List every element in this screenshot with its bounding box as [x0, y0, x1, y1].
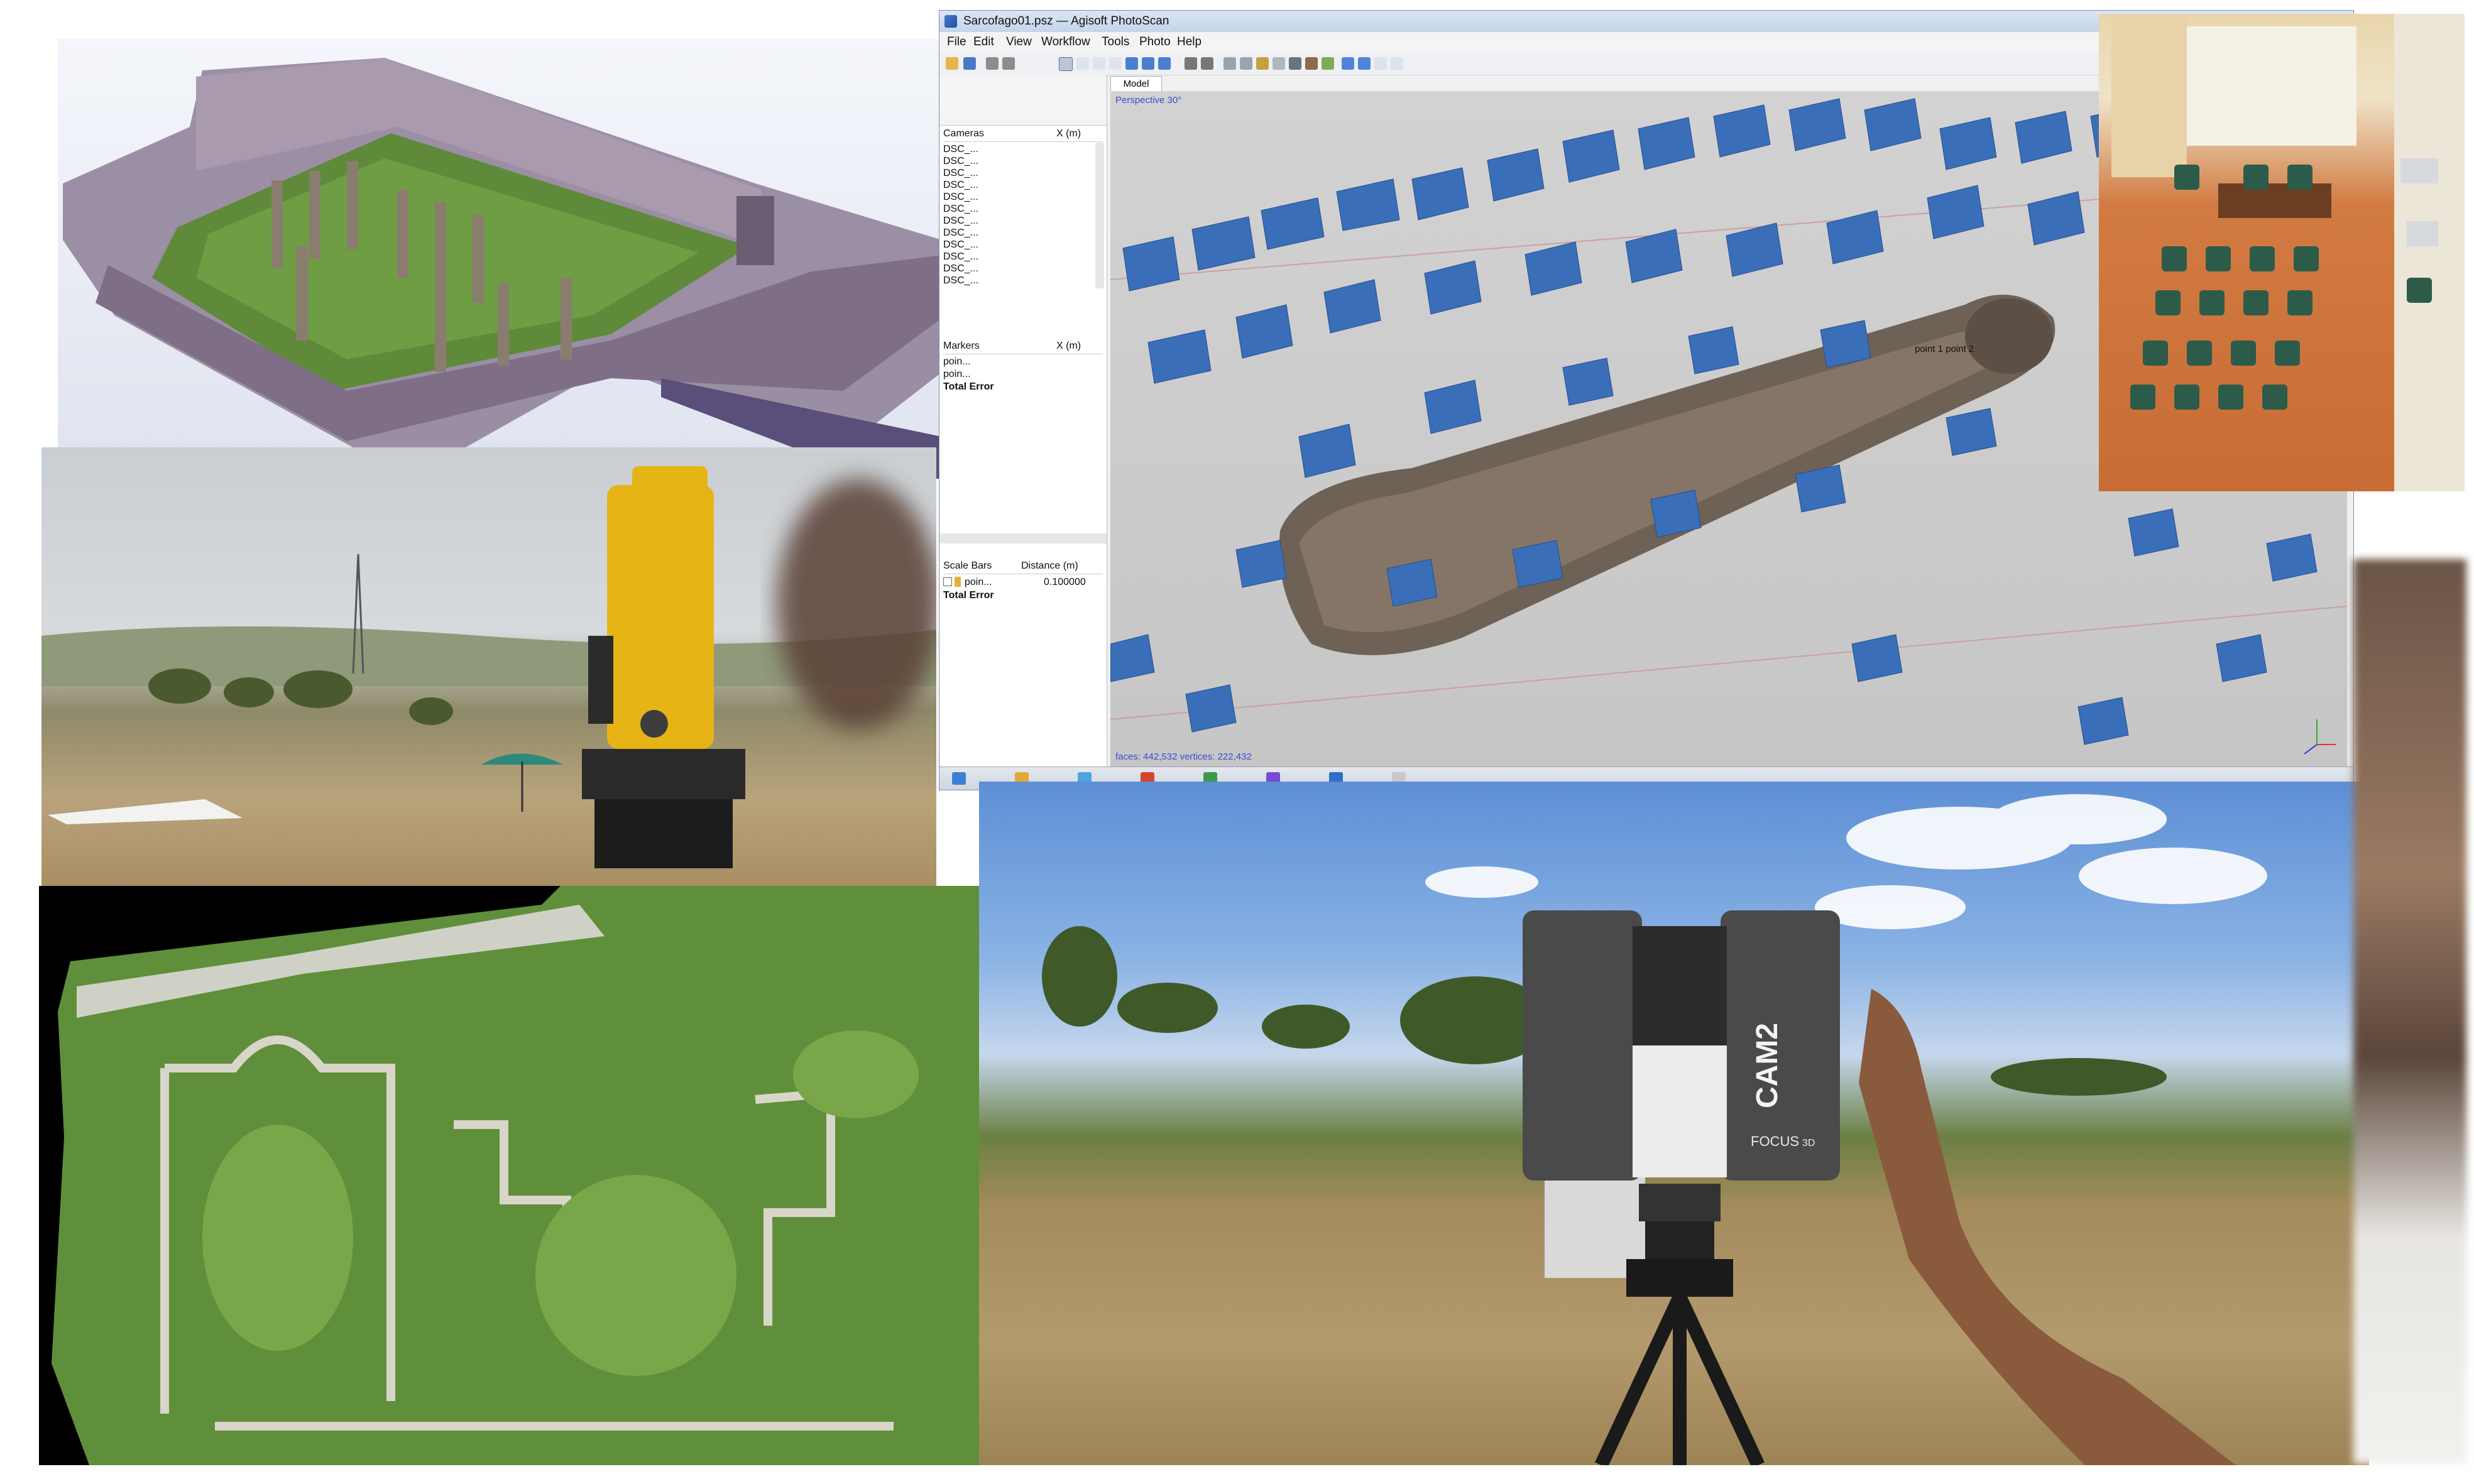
menu-workflow[interactable]: Workflow: [1041, 35, 1090, 49]
shaded-icon[interactable]: [1256, 57, 1269, 70]
scalebar-name: poin...: [965, 577, 992, 587]
tab-model[interactable]: Model: [1110, 76, 1162, 92]
list-item[interactable]: DSC_...: [943, 263, 978, 275]
cameras-header: Cameras X (m): [943, 126, 1103, 142]
cameras-icon[interactable]: [1342, 57, 1354, 70]
app-icon: [944, 15, 957, 28]
menu-file[interactable]: File: [947, 35, 966, 49]
scalebar-distance: 0.100000: [1044, 577, 1086, 587]
solid-icon[interactable]: [1273, 57, 1285, 70]
start-icon[interactable]: [952, 772, 966, 785]
orthophoto-image: [39, 886, 979, 1465]
table-row[interactable]: poin... 0.100000: [943, 576, 1103, 589]
resize-icon[interactable]: [1158, 57, 1171, 70]
cameras-col: Cameras: [943, 128, 984, 139]
total-error: Total Error: [943, 381, 994, 392]
dense-cloud-icon[interactable]: [1240, 57, 1252, 70]
rotate-icon[interactable]: [1142, 57, 1154, 70]
circle-select-icon[interactable]: [1093, 57, 1105, 70]
list-item[interactable]: poin...: [943, 369, 994, 381]
list-item[interactable]: DSC_...: [943, 168, 978, 180]
menu-edit[interactable]: Edit: [973, 35, 994, 49]
menu-view[interactable]: View: [1006, 35, 1032, 49]
blurred-person: [2353, 559, 2466, 1464]
points-icon[interactable]: [1223, 57, 1236, 70]
free-select-icon[interactable]: [1109, 57, 1122, 70]
total-station-scene: [41, 466, 936, 868]
scanner-model-suffix: 3D: [1802, 1138, 1815, 1148]
orthophoto-scene: [52, 886, 979, 1465]
show-markers-icon[interactable]: [1374, 57, 1387, 70]
list-item[interactable]: DSC_...: [943, 275, 978, 287]
undo-icon[interactable]: [986, 57, 999, 70]
list-item[interactable]: DSC_...: [943, 144, 978, 156]
list-item[interactable]: DSC_...: [943, 192, 978, 204]
marker-list: poin... poin... Total Error: [943, 356, 994, 394]
distance-col: Distance (m): [1021, 560, 1078, 571]
menu-photo[interactable]: Photo: [1139, 35, 1171, 49]
rect-select-icon[interactable]: [1076, 57, 1089, 70]
save-icon[interactable]: [963, 57, 976, 70]
scanner-brand: CAM2: [1751, 1023, 1784, 1108]
list-item[interactable]: DSC_...: [943, 239, 978, 251]
scalebars-header: Scale Bars Distance (m): [943, 559, 1103, 574]
scalebars-col: Scale Bars: [943, 560, 992, 571]
list-item[interactable]: DSC_...: [943, 251, 978, 263]
markers-header: Markers X (m): [943, 339, 1103, 354]
room-photo: [2099, 14, 2465, 491]
markers-col: Markers: [943, 341, 980, 351]
window-title: Sarcofago01.psz — Agisoft PhotoScan: [963, 14, 1169, 28]
list-item[interactable]: DSC_...: [943, 216, 978, 227]
total-error: Total Error: [943, 590, 994, 601]
list-item[interactable]: DSC_...: [943, 227, 978, 239]
laser-scanner-scene: CAM2 FOCUS 3D: [1042, 794, 2267, 1465]
markers-text: point 1 point 2: [1915, 344, 1974, 354]
menu-tools[interactable]: Tools: [1102, 35, 1129, 49]
laser-scanner-device: CAM2 FOCUS 3D: [1523, 910, 1840, 1297]
total-station-photo: [41, 447, 936, 886]
model-stats: faces: 442,532 vertices: 222,432: [1115, 751, 1252, 762]
laser-scanner-photo: CAM2 FOCUS 3D: [979, 782, 2369, 1465]
redo-icon[interactable]: [1002, 57, 1015, 70]
list-item[interactable]: DSC_...: [943, 180, 978, 192]
delete-selection-icon[interactable]: [1185, 57, 1197, 70]
camera-list-scrollbar[interactable]: [1095, 143, 1104, 288]
tripod: [1595, 1294, 1765, 1465]
wireframe-icon[interactable]: [1289, 57, 1301, 70]
scanner-model: FOCUS: [1751, 1133, 1799, 1149]
x-col: X (m): [1056, 341, 1081, 351]
add-marker-icon[interactable]: [1391, 57, 1403, 70]
aligned-chunks-icon[interactable]: [1358, 57, 1371, 70]
checkbox[interactable]: [943, 577, 952, 586]
list-item[interactable]: DSC_...: [943, 204, 978, 216]
navigation-icon[interactable]: [1059, 57, 1073, 71]
list-item[interactable]: poin...: [943, 356, 994, 369]
axis-gizmo: [2304, 719, 2336, 755]
point-cloud-image: [58, 39, 978, 479]
move-icon[interactable]: [1125, 57, 1138, 70]
reference-pane: Cameras X (m) DSC_... DSC_... DSC_... DS…: [939, 75, 1107, 790]
tiled-model-icon[interactable]: [1322, 57, 1334, 70]
list-item[interactable]: DSC_...: [943, 156, 978, 168]
crop-icon[interactable]: [1201, 57, 1213, 70]
menu-help[interactable]: Help: [1177, 35, 1201, 49]
scalebar-icon: [955, 577, 961, 587]
camera-list: DSC_... DSC_... DSC_... DSC_... DSC_... …: [943, 144, 978, 287]
textured-icon[interactable]: [1305, 57, 1318, 70]
room-scene: [2111, 14, 2465, 491]
open-icon[interactable]: [946, 57, 958, 70]
markers-scrollbar[interactable]: [939, 533, 1107, 543]
x-col: X (m): [1056, 128, 1081, 139]
point-cloud-scene: [63, 58, 963, 479]
